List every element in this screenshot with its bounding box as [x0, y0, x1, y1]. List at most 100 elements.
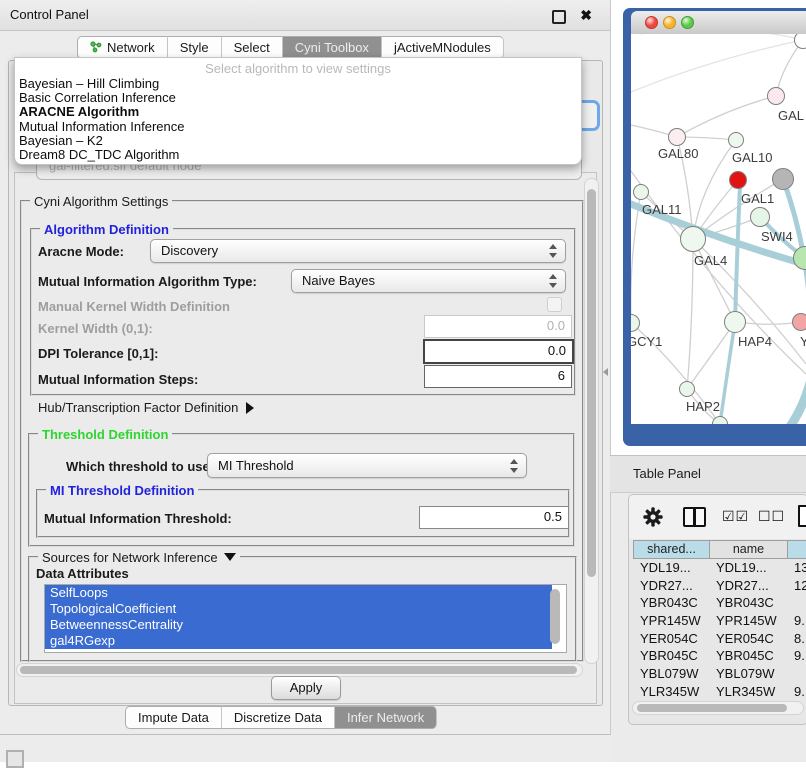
table-cell: 13 — [787, 559, 806, 577]
document-icon[interactable] — [798, 505, 806, 527]
aracne-mode-combo[interactable]: Discovery — [150, 239, 566, 263]
dropdown-hint: Select algorithm to view settings — [15, 61, 581, 76]
table-panel-title: Table Panel — [633, 456, 701, 492]
sources-group-title[interactable]: Sources for Network Inference — [38, 550, 240, 565]
table-row[interactable]: YLR345WYLR345W9. — [633, 683, 806, 701]
tab-cyni-toolbox[interactable]: Cyni Toolbox — [283, 36, 382, 59]
table-row[interactable]: YPR145WYPR145W9. — [633, 612, 806, 630]
table-cell: YER054C — [709, 630, 787, 648]
tab-cyni-toolbox-label: Cyni Toolbox — [295, 40, 369, 55]
mi-steps-field[interactable]: 6 — [424, 365, 572, 388]
zoom-traffic-light-icon[interactable] — [681, 16, 694, 29]
table-cell: 9. — [787, 647, 806, 665]
settings-vertical-scrollbar-thumb[interactable] — [587, 189, 596, 577]
table-cell: YLR345W — [633, 683, 709, 701]
dropdown-items: Bayesian – Hill ClimbingBasic Correlatio… — [19, 77, 577, 162]
top-tab-bar: NetworkStyleSelect Cyni Toolbox jActiveMNo… — [77, 36, 504, 58]
algorithm-option-basic-correlation-inference[interactable]: Basic Correlation Inference — [19, 91, 577, 105]
attributes-list-scrollbar[interactable] — [550, 589, 560, 644]
stepper-arrows-icon — [549, 274, 558, 288]
aracne-mode-label: Aracne Mode: — [38, 244, 124, 259]
bottom-tab-impute-data[interactable]: Impute Data — [125, 706, 222, 729]
table-row[interactable]: YDR27...YDR27...12 — [633, 577, 806, 595]
data-attributes-label: Data Attributes — [36, 566, 129, 581]
network-node-swi4[interactable] — [750, 207, 770, 227]
attribute-item-betweennesscentrality[interactable]: BetweennessCentrality — [45, 617, 552, 633]
attribute-item-selfloops[interactable]: SelfLoops — [45, 585, 552, 601]
tab-select[interactable]: Select — [222, 36, 283, 59]
minimized-panel-icon[interactable] — [6, 750, 24, 768]
network-node-label-gal1: GAL1 — [741, 191, 774, 206]
table-cell: YLR345W — [709, 683, 787, 701]
table-cell: YPR145W — [709, 612, 787, 630]
table-row[interactable]: YER054CYER054C8. — [633, 630, 806, 648]
algorithm-option-bayesian-hill-climbing[interactable]: Bayesian – Hill Climbing — [19, 77, 577, 91]
table-cell: 9. — [787, 612, 806, 630]
data-attributes-list[interactable]: SelfLoopsTopologicalCoefficientBetweenne… — [44, 584, 567, 653]
split-columns-icon[interactable] — [683, 507, 706, 527]
attribute-item-gal4rgexp[interactable]: gal4RGexp — [45, 633, 552, 649]
tab-style[interactable]: Style — [168, 36, 222, 59]
mi-algorithm-type-combo[interactable]: Naive Bayes — [291, 269, 566, 293]
dpi-tolerance-field[interactable]: 0.0 — [423, 339, 574, 364]
kernel-width-label: Kernel Width (0,1): — [38, 321, 153, 336]
minimize-traffic-light-icon[interactable] — [663, 16, 676, 29]
network-canvas[interactable]: GALGAL80GAL10GAL1GAL11SWI4GAL4GCY1HAP4YH… — [631, 34, 806, 424]
algorithm-dropdown: Select algorithm to view settings Bayesi… — [14, 57, 582, 165]
tab-jactivemnodules[interactable]: jActiveMNodules — [382, 36, 504, 59]
table-row[interactable]: YDL19...YDL19...13 — [633, 559, 806, 577]
attribute-item-topologicalcoefficient[interactable]: TopologicalCoefficient — [45, 601, 552, 617]
collapse-triangle-icon[interactable] — [224, 553, 236, 561]
settings-horizontal-scrollbar-thumb[interactable] — [20, 666, 577, 674]
table-horizontal-scrollbar-thumb[interactable] — [637, 704, 787, 712]
column-header-shared[interactable]: shared... — [634, 541, 710, 558]
algorithm-option-mutual-information-inference[interactable]: Mutual Information Inference — [19, 120, 577, 134]
float-window-icon[interactable] — [552, 10, 566, 24]
network-node-y[interactable] — [792, 313, 806, 331]
table-panel-container: ☑☑ ☐☐ shared...nameA YDL19...YDL19...13Y… — [628, 494, 806, 725]
mi-threshold-field[interactable]: 0.5 — [419, 506, 569, 529]
column-header-name[interactable]: name — [710, 541, 788, 558]
stepper-arrows-icon — [510, 459, 519, 473]
manual-kernel-label: Manual Kernel Width Definition — [38, 299, 230, 314]
unchecked-boxes-icon[interactable]: ☐☐ — [758, 508, 785, 525]
manual-kernel-checkbox[interactable] — [547, 297, 562, 312]
network-node-hap4[interactable] — [724, 311, 746, 333]
table-cell: YBR043C — [709, 594, 787, 612]
table-row[interactable]: YBR043CYBR043C — [633, 594, 806, 612]
settings-horizontal-scrollbar[interactable] — [16, 663, 583, 677]
table-cell: YBL079W — [633, 665, 709, 683]
expand-triangle-icon[interactable] — [246, 402, 254, 414]
network-node-gal[interactable] — [767, 87, 785, 105]
network-node-hap2[interactable] — [679, 381, 695, 397]
apply-button[interactable]: Apply — [271, 676, 341, 700]
bottom-tab-discretize-data[interactable]: Discretize Data — [222, 706, 335, 729]
network-node-gal10[interactable] — [728, 132, 744, 148]
close-traffic-light-icon[interactable] — [645, 16, 658, 29]
network-node-gal4[interactable] — [680, 226, 706, 252]
network-node-gal1[interactable] — [729, 171, 747, 189]
table-toolbar: ☑☑ ☐☐ — [629, 495, 806, 539]
close-icon[interactable]: ✖ — [580, 6, 592, 24]
hub-definition-section[interactable]: Hub/Transcription Factor Definition — [38, 400, 254, 415]
checked-boxes-icon[interactable]: ☑☑ — [722, 508, 749, 525]
panel-collapse-arrow-icon[interactable] — [603, 368, 608, 376]
network-node-gal11[interactable] — [633, 184, 649, 200]
algorithm-option-bayesian-k2[interactable]: Bayesian – K2 — [19, 134, 577, 148]
tab-network[interactable]: Network — [77, 36, 168, 59]
kernel-width-field[interactable]: 0.0 — [424, 315, 572, 338]
table-row[interactable]: YBR045CYBR045C9. — [633, 647, 806, 665]
table-panel-bar: Table Panel — [610, 455, 806, 493]
network-node-gal80[interactable] — [668, 128, 686, 146]
network-node[interactable] — [772, 168, 794, 190]
column-header-a[interactable]: A — [788, 541, 806, 558]
algorithm-option-dream8-dc-tdc-algorithm[interactable]: Dream8 DC_TDC Algorithm — [19, 148, 577, 162]
table-row[interactable]: YBL079WYBL079W — [633, 665, 806, 683]
bottom-tab-infer-network[interactable]: Infer Network — [335, 706, 437, 729]
settings-vertical-scrollbar[interactable] — [584, 178, 599, 664]
algorithm-option-aracne-algorithm[interactable]: ARACNE Algorithm — [19, 105, 577, 119]
gear-icon[interactable] — [643, 507, 663, 532]
network-window-titlebar[interactable] — [631, 11, 806, 35]
table-horizontal-scrollbar[interactable] — [632, 701, 804, 715]
which-threshold-combo[interactable]: MI Threshold — [207, 453, 527, 478]
